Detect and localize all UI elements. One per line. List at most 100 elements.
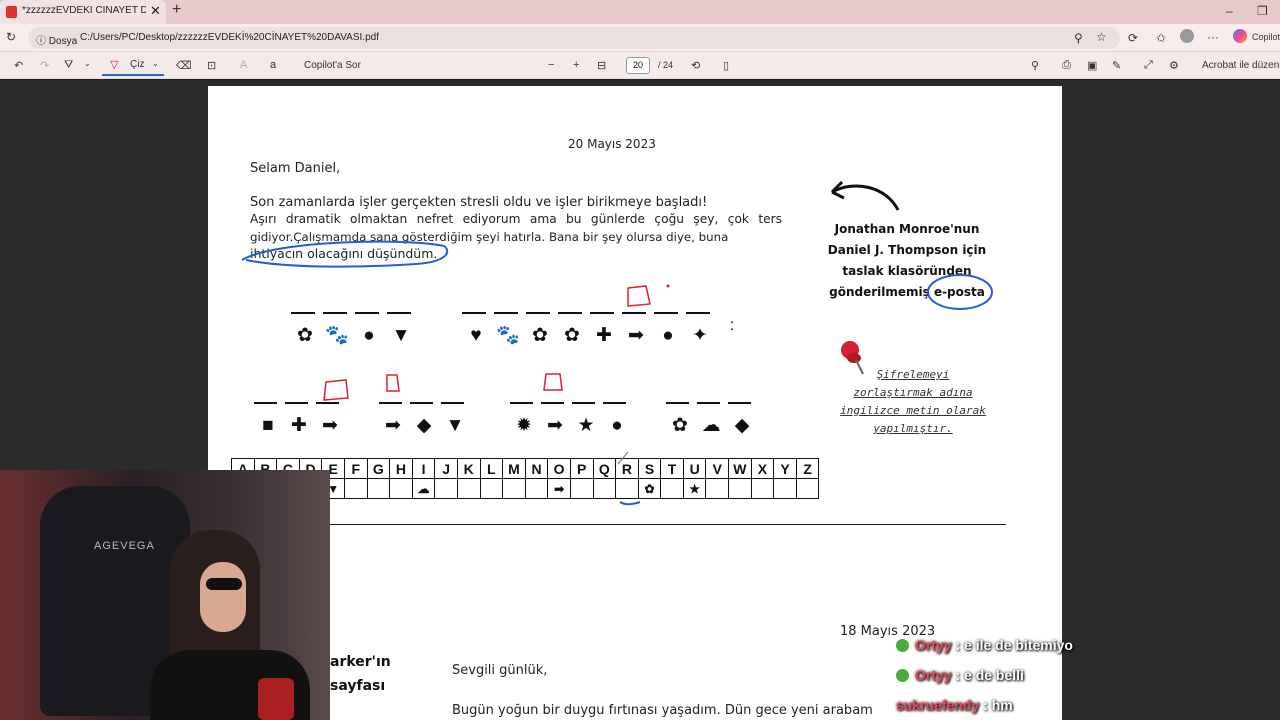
redo-icon[interactable]: ↷ — [40, 59, 49, 72]
cipher-symbol: ➡ — [385, 415, 401, 436]
cipher-letter-cell: I — [411, 458, 436, 479]
restore-icon[interactable]: ❐ — [1257, 4, 1268, 18]
cipher-letter-cell: F — [343, 458, 368, 479]
acrobat-edit-button[interactable]: Acrobat ile düzenle — [1202, 60, 1280, 71]
fit-page-icon[interactable]: ⊟ — [597, 59, 606, 72]
text-box-icon[interactable]: ⊡ — [207, 59, 216, 72]
cipher-blank — [387, 312, 411, 314]
cipher-blank — [526, 312, 550, 314]
cipher-symbol: ➡ — [628, 325, 644, 346]
pin-note-line: yapılmıştır. — [873, 422, 953, 435]
side-note-line: Daniel J. Thompson için — [827, 243, 987, 257]
new-tab-button[interactable]: + — [172, 1, 181, 19]
cipher-symbol-cell — [479, 478, 504, 499]
cipher-symbol-cell — [366, 478, 391, 499]
cipher-letter-cell: X — [750, 458, 775, 479]
chat-message: sukruefendy : hm — [896, 697, 1013, 713]
minimize-icon[interactable]: – — [1226, 4, 1233, 18]
chat-username: Ortyy — [915, 667, 952, 683]
favorites-icon[interactable]: ✩ — [1156, 31, 1166, 45]
copilot-label[interactable]: Copilot — [1252, 32, 1280, 42]
cipher-symbol-cell — [389, 478, 413, 499]
cipher-blank — [590, 312, 614, 314]
red-ink-mark — [323, 379, 349, 401]
cipher-symbol-cell — [434, 478, 458, 499]
copilot-icon[interactable] — [1233, 29, 1247, 43]
page-view-icon[interactable]: ▯ — [723, 59, 729, 72]
cipher-symbol: ◆ — [416, 415, 432, 436]
red-ink-mark — [543, 373, 563, 391]
save-icon[interactable]: ▣ — [1087, 59, 1097, 72]
url-field[interactable]: ⓘ Dosya C:/Users/PC/Desktop/zzzzzzEVDEKİ… — [28, 27, 1120, 49]
profile-avatar[interactable] — [1180, 29, 1194, 43]
red-ink-mark — [386, 374, 400, 392]
chat-text: : e ile de bitemiyo — [951, 637, 1073, 653]
cipher-symbol: ● — [662, 325, 674, 346]
cipher-symbol-cell — [456, 478, 481, 499]
cipher-letter-cell: W — [728, 458, 752, 479]
cipher-letter-cell: N — [524, 458, 549, 479]
extensions-icon[interactable]: ⟳ — [1128, 31, 1138, 45]
cipher-symbol-cell — [773, 478, 797, 499]
side-note-line: Jonathan Monroe'nun — [834, 222, 980, 236]
save-as-icon[interactable]: ✎ — [1112, 59, 1121, 72]
page-number-input[interactable]: 20 — [626, 57, 650, 74]
chat-text: : e de belli — [951, 667, 1024, 683]
fullscreen-icon[interactable]: ⤢ — [1144, 59, 1153, 72]
cipher-symbol: ✚ — [291, 415, 307, 436]
zoom-icon[interactable]: ⚲ — [1074, 31, 1083, 45]
zoom-out-button[interactable]: − — [548, 59, 554, 71]
chat-text: : hm — [979, 697, 1013, 713]
site-info-label[interactable]: ⓘ Dosya — [36, 32, 77, 47]
favorite-star-icon[interactable]: ☆ — [1096, 30, 1107, 44]
zoom-in-button[interactable]: + — [573, 59, 579, 71]
eraser-icon[interactable]: ⌫ — [176, 59, 192, 72]
cipher-symbol-cell — [750, 478, 775, 499]
cipher-symbol-cell — [795, 478, 820, 499]
cipher-symbol: 🐾 — [496, 325, 520, 346]
refresh-icon[interactable]: ↻ — [6, 30, 16, 44]
blue-ink-mark — [617, 451, 641, 506]
cipher-blank — [510, 402, 533, 404]
blue-ink-circle — [927, 274, 993, 310]
cipher-symbol-cell — [343, 478, 368, 499]
close-tab-icon[interactable]: ✕ — [150, 3, 161, 19]
cipher-letter-cell: U — [682, 458, 707, 479]
tab-pdf[interactable]: *zzzzzzEVDEKİ CİNAYET DAVASI.p ✕ — [0, 0, 166, 24]
cipher-symbol-cell: ★ — [682, 478, 707, 499]
undo-icon[interactable]: ↶ — [14, 59, 23, 72]
settings-gear-icon[interactable]: ⚙ — [1169, 59, 1179, 72]
read-aloud-icon[interactable]: a — [270, 59, 276, 71]
cipher-letter-cell: Q — [592, 458, 617, 479]
print-icon[interactable]: ⎙ — [1062, 59, 1071, 72]
tab-bar: *zzzzzzEVDEKİ CİNAYET DAVASI.p ✕ + – ❐ — [0, 0, 1280, 24]
cup — [258, 678, 294, 720]
cipher-symbol-cell: ☁ — [411, 478, 436, 499]
cipher-letter-cell: O — [547, 458, 571, 479]
url-text: C:/Users/PC/Desktop/zzzzzzEVDEKİ%20CİNAY… — [80, 32, 379, 43]
more-menu-icon[interactable]: ··· — [1207, 30, 1219, 44]
cipher-symbol: ✦ — [692, 325, 708, 346]
diary-side-title: arker'ın — [330, 654, 391, 670]
red-ink-mark — [627, 284, 670, 307]
cipher-blank — [686, 312, 710, 314]
text-format-icon[interactable]: A — [240, 59, 247, 71]
cipher-blank — [654, 312, 678, 314]
cipher-symbol-cell — [502, 478, 526, 499]
draw-button[interactable]: ▽ Çiz ⌄ — [102, 55, 164, 76]
highlight-icon[interactable]: ⛛ — [64, 59, 73, 72]
pin-note-line: ingilizce metin olarak — [840, 404, 986, 417]
rotate-icon[interactable]: ⟲ — [691, 59, 700, 72]
search-icon[interactable]: ⚲ — [1031, 59, 1039, 72]
cipher-blank — [462, 312, 486, 314]
chat-message: Ortyy : e de belli — [896, 667, 1024, 683]
copilot-ask-button[interactable]: Copilot'a Sor — [304, 60, 361, 71]
highlight-dropdown-icon[interactable]: ⌄ — [84, 59, 91, 68]
cipher-symbol: ♥ — [470, 325, 482, 346]
tab-title: *zzzzzzEVDEKİ CİNAYET DAVASI.p — [22, 5, 146, 16]
cipher-blank — [541, 402, 564, 404]
cipher-letter-cell: Y — [773, 458, 797, 479]
sunglasses-icon — [206, 578, 242, 590]
arrow-icon — [830, 180, 900, 211]
webcam-overlay: AGEVEGA — [0, 470, 330, 720]
